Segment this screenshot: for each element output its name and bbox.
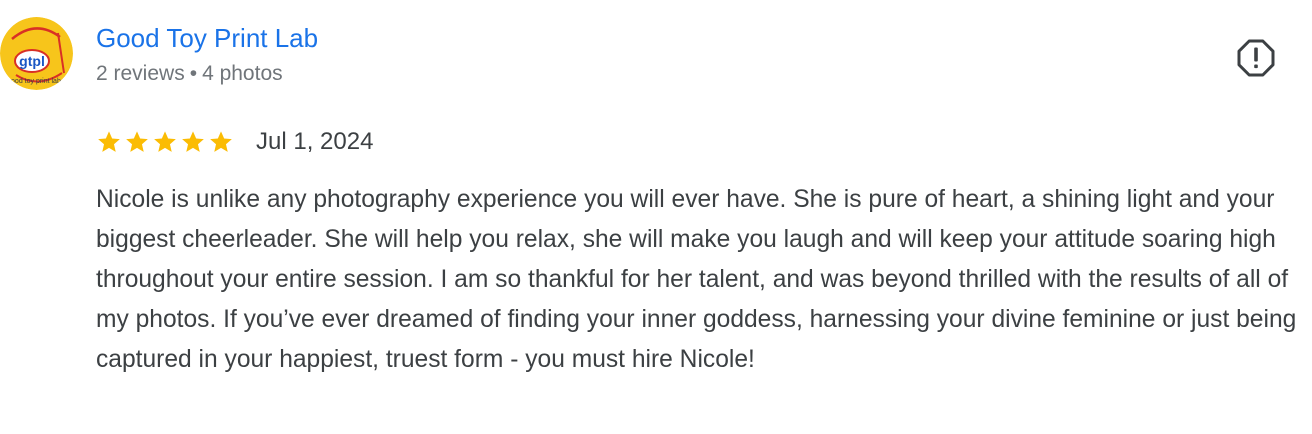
star-icon [154,131,176,152]
review-count: 2 reviews [96,62,185,85]
review-date: Jul 1, 2024 [256,128,374,155]
photo-count: 4 photos [202,62,283,85]
star-icon [182,131,204,152]
star-icon [98,131,120,152]
star-icon [126,131,148,152]
rating-row: Jul 1, 2024 [96,125,373,159]
report-button[interactable] [1236,38,1276,78]
avatar-text: gtpl [19,53,45,69]
reviewer-meta: 2 reviews • 4 photos [96,60,283,88]
star-rating [96,129,234,155]
star-icon [210,131,232,152]
reviewer-name-link[interactable]: Good Toy Print Lab [96,22,318,54]
report-flag-icon [1237,39,1275,77]
review-text: Nicole is unlike any photography experie… [96,186,1297,373]
gtpl-logo-icon: gtpl good toy print lab [0,17,73,90]
avatar[interactable]: gtpl good toy print lab [0,17,73,90]
meta-separator: • [189,62,198,85]
avatar-subtext: good toy print lab [7,78,61,85]
